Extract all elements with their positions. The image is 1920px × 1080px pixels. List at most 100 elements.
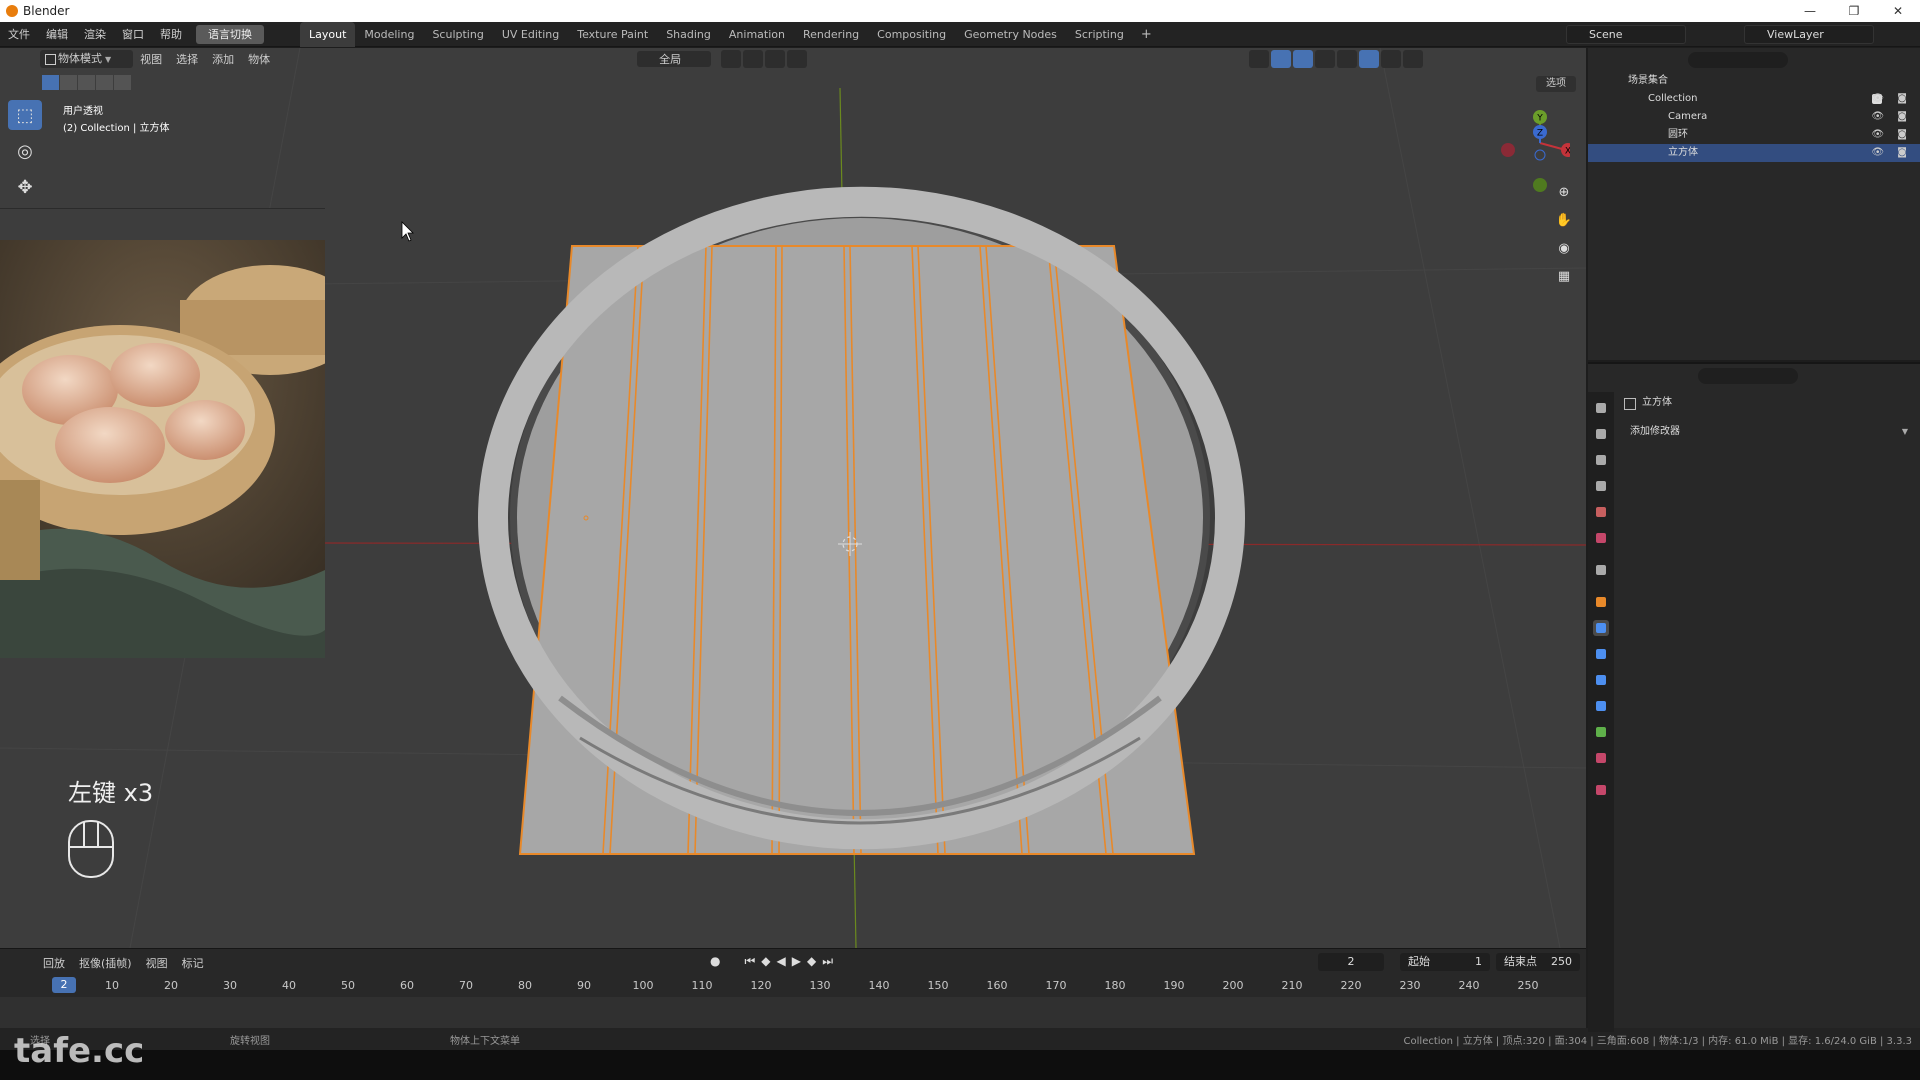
prev-keyframe-icon[interactable]: ◆ xyxy=(761,954,770,969)
timeline-menu-playback[interactable]: 回放 xyxy=(36,955,72,971)
timeline-ruler[interactable]: 2 10 20 30 40 50 60 70 80 90 100 110 120 130 140 150 16… xyxy=(0,977,1586,997)
select-box-tool-icon[interactable]: ⬚ xyxy=(8,100,42,130)
maximize-button[interactable]: ❐ xyxy=(1832,4,1876,18)
pan-hand-icon[interactable]: ✋ xyxy=(1553,210,1575,232)
editor-type-icon[interactable] xyxy=(8,50,34,68)
snap-icon[interactable] xyxy=(743,50,764,68)
particles-tab-icon[interactable] xyxy=(1593,646,1609,662)
tab-modeling[interactable]: Modeling xyxy=(355,22,423,47)
tab-animation[interactable]: Animation xyxy=(720,22,794,47)
constraints-tab-icon[interactable] xyxy=(1593,698,1609,714)
next-keyframe-icon[interactable]: ◆ xyxy=(807,954,816,969)
display-mode-icon[interactable] xyxy=(1626,50,1652,68)
render-tab-icon[interactable] xyxy=(1593,426,1609,442)
navigation-gizmo[interactable]: Y Z X xyxy=(1490,103,1570,193)
3d-viewport[interactable]: 物体模式 ▼ 视图 选择 添加 物体 全局 选项 ⬚ ◎ ✥ 用户透视 (2) C… xyxy=(0,48,1586,948)
object-tab-icon[interactable] xyxy=(1593,594,1609,610)
tab-texture-paint[interactable]: Texture Paint xyxy=(568,22,657,47)
outliner-row-scene-collection[interactable]: 场景集合 xyxy=(1588,72,1920,90)
view-layer-selector[interactable]: ViewLayer xyxy=(1744,25,1874,44)
visibility-render-icon[interactable]: 👁 ◙ xyxy=(1871,126,1912,144)
jump-end-icon[interactable]: ⏭ xyxy=(822,954,833,969)
outliner-search-input[interactable] xyxy=(1688,52,1788,68)
output-tab-icon[interactable] xyxy=(1593,452,1609,468)
select-new-icon[interactable] xyxy=(42,75,59,90)
tab-rendering[interactable]: Rendering xyxy=(794,22,868,47)
record-icon[interactable]: ● xyxy=(710,954,720,969)
scene-tab-icon[interactable] xyxy=(1593,504,1609,520)
timeline-track-area[interactable] xyxy=(0,997,1586,1029)
snap-target-icon[interactable] xyxy=(765,50,786,68)
tab-geometry-nodes[interactable]: Geometry Nodes xyxy=(955,22,1066,47)
wireframe-shading-icon[interactable] xyxy=(1337,50,1358,68)
tab-compositing[interactable]: Compositing xyxy=(868,22,955,47)
move-tool-icon[interactable]: ✥ xyxy=(8,172,42,202)
select-extend-icon[interactable] xyxy=(60,75,77,90)
playhead[interactable]: 2 xyxy=(52,977,76,993)
outliner-row-torus[interactable]: 圆环 👁 ◙ xyxy=(1588,126,1920,144)
gizmo-neg-z-icon[interactable] xyxy=(1534,149,1546,161)
add-workspace-button[interactable]: + xyxy=(1133,27,1160,42)
cursor-tool-icon[interactable]: ◎ xyxy=(8,136,42,166)
select-invert-icon[interactable] xyxy=(96,75,113,90)
modifier-tab-icon[interactable] xyxy=(1593,620,1609,636)
viewport-menu-select[interactable]: 选择 xyxy=(169,51,205,67)
overlay-toggle-icon[interactable] xyxy=(1293,50,1314,68)
material-shading-icon[interactable] xyxy=(1381,50,1402,68)
timeline-menu-view[interactable]: 视图 xyxy=(139,955,175,971)
viewport-menu-object[interactable]: 物体 xyxy=(241,51,277,67)
properties-editor-type-icon[interactable] xyxy=(1598,366,1624,384)
menu-help[interactable]: 帮助 xyxy=(152,22,190,47)
menu-file[interactable]: 文件 xyxy=(0,22,38,47)
properties-search-input[interactable] xyxy=(1698,368,1798,384)
viewport-menu-view[interactable]: 视图 xyxy=(133,51,169,67)
outliner-row-collection[interactable]: Collection 👁 ◙ xyxy=(1588,90,1920,108)
tab-layout[interactable]: Layout xyxy=(300,21,356,47)
select-subtract-icon[interactable] xyxy=(78,75,95,90)
menu-window[interactable]: 窗口 xyxy=(114,22,152,47)
tool-tab-icon[interactable] xyxy=(1593,400,1609,416)
gizmo-toggle-icon[interactable] xyxy=(1271,50,1292,68)
outliner-row-camera[interactable]: Camera 👁 ◙ xyxy=(1588,108,1920,126)
options-dropdown[interactable]: 选项 xyxy=(1536,76,1576,92)
scene-selector[interactable]: Scene xyxy=(1566,25,1686,44)
visibility-render-icon[interactable]: 👁 ◙ xyxy=(1871,90,1912,108)
data-tab-icon[interactable] xyxy=(1593,724,1609,740)
zoom-icon[interactable]: ⊕ xyxy=(1553,182,1575,204)
current-frame-field[interactable]: 2 xyxy=(1318,953,1384,971)
perspective-toggle-icon[interactable]: ▦ xyxy=(1553,266,1575,288)
gizmo-neg-x-icon[interactable] xyxy=(1501,143,1515,157)
visibility-render-icon[interactable]: 👁 ◙ xyxy=(1871,144,1912,162)
tab-shading[interactable]: Shading xyxy=(657,22,720,47)
end-frame-field[interactable]: 结束点 250 xyxy=(1496,953,1580,971)
material-tab-icon[interactable] xyxy=(1593,750,1609,766)
tab-scripting[interactable]: Scripting xyxy=(1066,22,1133,47)
xray-toggle-icon[interactable] xyxy=(1315,50,1336,68)
language-switch-button[interactable]: 语言切换 xyxy=(196,24,264,44)
select-intersect-icon[interactable] xyxy=(114,75,131,90)
tab-sculpting[interactable]: Sculpting xyxy=(423,22,492,47)
rendered-shading-icon[interactable] xyxy=(1403,50,1424,68)
pivot-point-icon[interactable] xyxy=(721,50,742,68)
timeline-menu-marker[interactable]: 标记 xyxy=(175,955,211,971)
camera-view-icon[interactable]: ◉ xyxy=(1553,238,1575,260)
start-frame-field[interactable]: 起始 1 xyxy=(1400,953,1490,971)
timeline-menu-keying[interactable]: 抠像(插帧) xyxy=(72,955,139,971)
texture-tab-icon[interactable] xyxy=(1593,782,1609,798)
menu-edit[interactable]: 编辑 xyxy=(38,22,76,47)
transform-orientation-dropdown[interactable]: 全局 xyxy=(637,51,712,67)
filter-icon[interactable] xyxy=(1870,50,1890,68)
close-button[interactable]: ✕ xyxy=(1876,4,1920,18)
play-reverse-icon[interactable]: ◀ xyxy=(777,954,786,969)
jump-start-icon[interactable]: ⏮ xyxy=(744,954,755,969)
outliner-editor-type-icon[interactable] xyxy=(1598,50,1624,68)
interaction-mode-dropdown[interactable]: 物体模式 ▼ xyxy=(40,50,134,68)
solid-shading-icon[interactable] xyxy=(1359,50,1380,68)
minimize-button[interactable]: — xyxy=(1788,4,1832,18)
physics-tab-icon[interactable] xyxy=(1593,672,1609,688)
play-icon[interactable]: ▶ xyxy=(792,954,801,969)
gizmo-neg-y-icon[interactable] xyxy=(1533,178,1547,192)
viewport-menu-add[interactable]: 添加 xyxy=(205,51,241,67)
menu-render[interactable]: 渲染 xyxy=(76,22,114,47)
visibility-render-icon[interactable]: 👁 ◙ xyxy=(1871,108,1912,126)
